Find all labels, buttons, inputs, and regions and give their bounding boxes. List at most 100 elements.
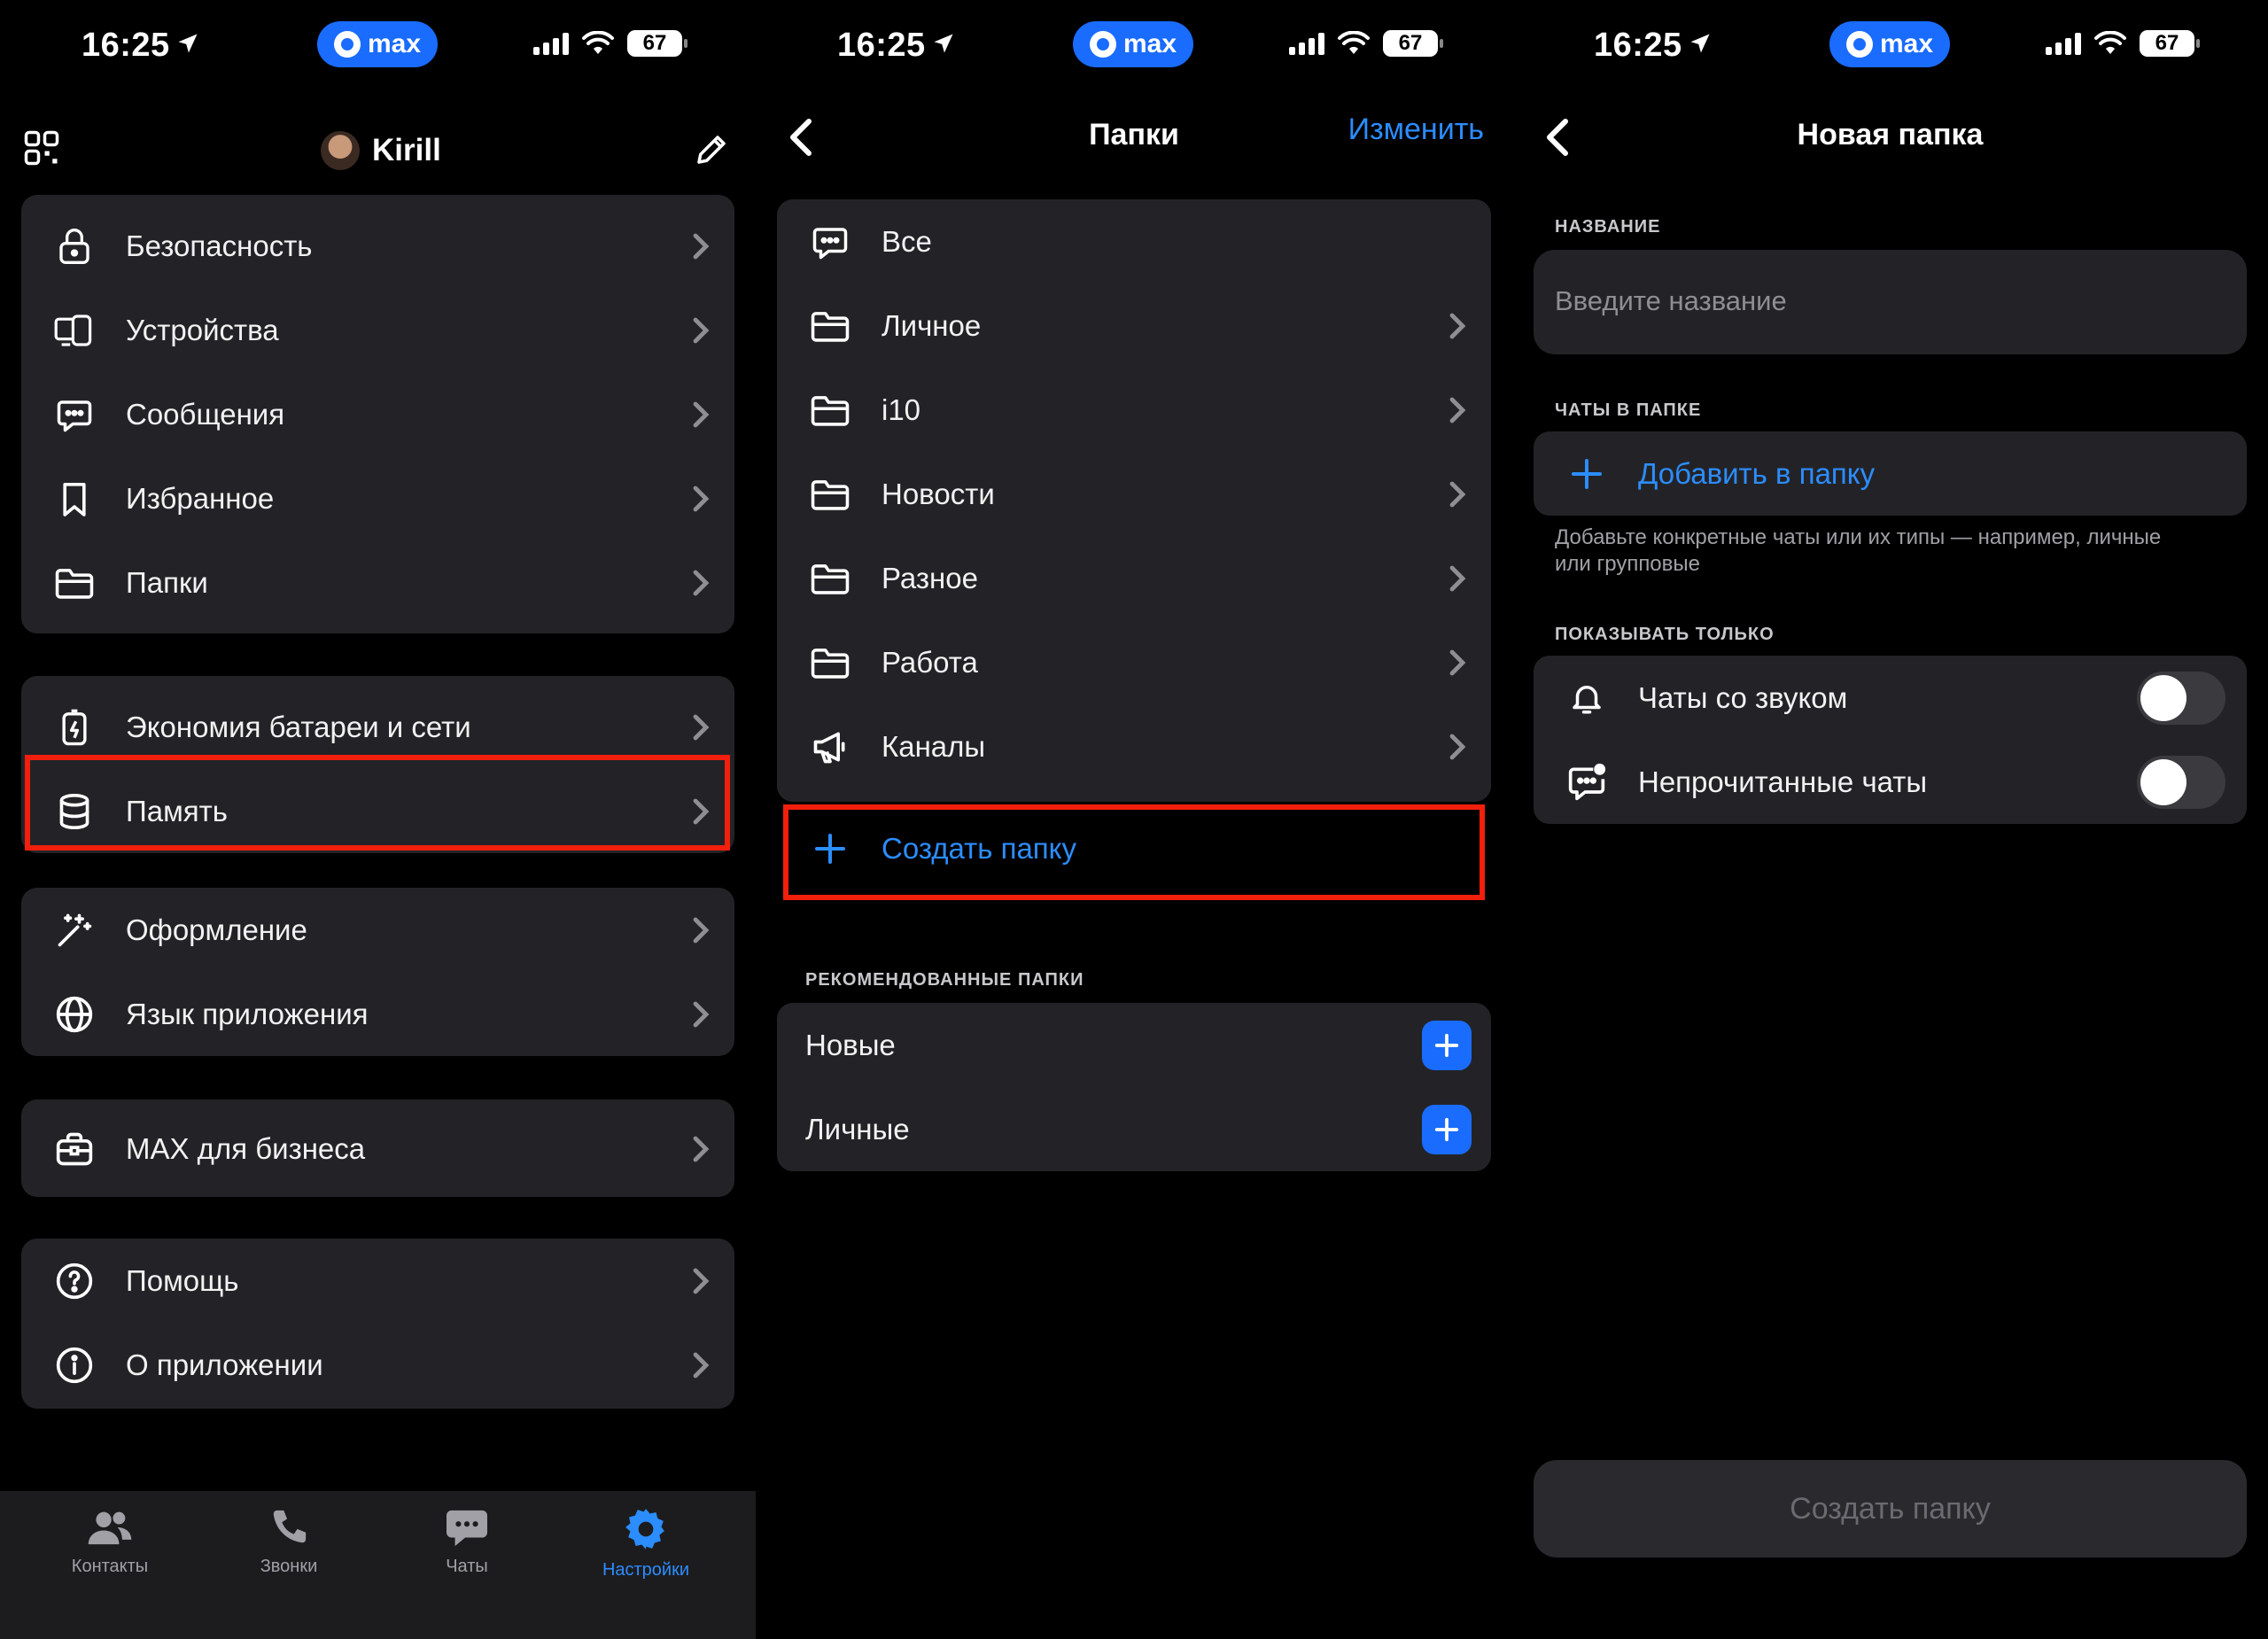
- folder-item-work[interactable]: Работа: [777, 620, 1491, 704]
- chevron-right-icon: [1445, 645, 1470, 680]
- new-folder-screen: 16:25 max 67 Новая папка НАЗВАНИЕ Введит…: [1512, 0, 2268, 1639]
- chevron-right-icon: [688, 565, 713, 601]
- battery-icon: 67: [2140, 30, 2200, 57]
- toggle-row-sound: Чаты со звуком: [1534, 656, 2247, 740]
- status-icons: 67: [533, 30, 687, 57]
- sound-chats-toggle[interactable]: [2137, 671, 2225, 725]
- max-badge: max: [317, 21, 438, 67]
- chevron-right-icon: [688, 1348, 713, 1383]
- settings-group-business: MAX для бизнеса: [21, 1099, 734, 1197]
- settings-item-help[interactable]: Помощь: [21, 1239, 734, 1323]
- megaphone-icon: [809, 726, 851, 768]
- max-badge: max: [1829, 21, 1950, 67]
- tab-settings[interactable]: Настройки: [584, 1507, 708, 1581]
- folder-item-i10[interactable]: i10: [777, 368, 1491, 452]
- edit-pencil-icon[interactable]: [693, 131, 730, 168]
- recommended-folder-list: Новые Личные: [777, 1003, 1491, 1171]
- folder-item-all[interactable]: Все: [777, 199, 1491, 284]
- qr-code-icon[interactable]: [23, 129, 60, 167]
- plus-icon: [1434, 1117, 1459, 1141]
- tab-bar: Контакты Звонки Чаты Настройки: [0, 1491, 756, 1639]
- settings-item-appearance[interactable]: Оформление: [21, 888, 734, 972]
- question-icon: [53, 1260, 96, 1302]
- folder-item-channels[interactable]: Каналы: [777, 704, 1491, 788]
- info-icon: [53, 1344, 96, 1387]
- chevron-right-icon: [1445, 561, 1470, 596]
- recommended-section-label: РЕКОМЕНДОВАННЫЕ ПАПКИ: [805, 970, 1084, 990]
- settings-item-devices[interactable]: Устройства: [21, 288, 734, 372]
- add-recommended-button[interactable]: [1422, 1104, 1472, 1154]
- folder-icon: [809, 389, 851, 431]
- status-time: 16:25: [837, 27, 956, 65]
- chevron-right-icon: [688, 997, 713, 1032]
- signal-icon: [2046, 32, 2081, 55]
- add-recommended-button[interactable]: [1422, 1020, 1472, 1070]
- chats-icon: [447, 1510, 487, 1547]
- status-bar: 16:25 max 67: [0, 0, 756, 97]
- folder-name-input[interactable]: Введите название: [1534, 250, 2247, 354]
- folder-item-misc[interactable]: Разное: [777, 536, 1491, 620]
- chats-section-label: ЧАТЫ В ПАПКЕ: [1555, 400, 1702, 420]
- profile-header[interactable]: Kirill: [321, 131, 441, 170]
- recommended-item-new: Новые: [777, 1003, 1491, 1087]
- settings-group-appearance: Оформление Язык приложения: [21, 888, 734, 1056]
- settings-item-folders[interactable]: Папки: [21, 540, 734, 625]
- tab-contacts[interactable]: Контакты: [48, 1507, 172, 1577]
- phone-icon: [273, 1510, 307, 1543]
- unread-chats-toggle[interactable]: [2137, 755, 2225, 809]
- folder-icon: [809, 305, 851, 347]
- tab-calls[interactable]: Звонки: [227, 1507, 351, 1577]
- folder-icon: [809, 557, 851, 600]
- chevron-right-icon: [688, 229, 713, 264]
- chevron-right-icon: [688, 313, 713, 348]
- globe-icon: [53, 993, 96, 1036]
- settings-item-favorites[interactable]: Избранное: [21, 456, 734, 540]
- recommended-item-personal: Личные: [777, 1087, 1491, 1171]
- max-logo-icon: [333, 31, 361, 58]
- settings-item-security[interactable]: Безопасность: [21, 204, 734, 288]
- name-section-label: НАЗВАНИЕ: [1555, 217, 1661, 237]
- folders-screen: 16:25 max 67 Папки Изменить Все Личное i…: [756, 0, 1512, 1639]
- settings-item-business[interactable]: MAX для бизнеса: [21, 1107, 734, 1191]
- chevron-right-icon: [1445, 729, 1470, 765]
- wifi-icon: [1338, 31, 1370, 54]
- highlight-frame-storage: [25, 755, 730, 851]
- message-bubble-icon: [809, 221, 851, 263]
- chats-hint-text: Добавьте конкретные чаты или их типы — н…: [1555, 525, 2162, 576]
- lock-icon: [53, 225, 96, 268]
- settings-screen: 16:25 max 67 Kirill Безопасность Устройс…: [0, 0, 756, 1639]
- chevron-right-icon: [1445, 392, 1470, 428]
- create-folder-submit-button[interactable]: Создать папку: [1534, 1460, 2247, 1557]
- tab-chats[interactable]: Чаты: [405, 1507, 529, 1577]
- plus-icon: [1565, 453, 1608, 495]
- signal-icon: [1289, 32, 1324, 55]
- status-time: 16:25: [82, 27, 200, 65]
- bell-icon: [1565, 677, 1608, 719]
- location-arrow-icon: [175, 31, 200, 56]
- edit-button[interactable]: Изменить: [1348, 113, 1484, 147]
- page-title: Новая папка: [1797, 118, 1984, 151]
- folder-icon: [53, 562, 96, 604]
- location-arrow-icon: [1688, 31, 1713, 56]
- add-to-folder-card: Добавить в папку: [1534, 431, 2247, 516]
- settings-item-about[interactable]: О приложении: [21, 1323, 734, 1407]
- wifi-icon: [582, 31, 614, 54]
- settings-item-messages[interactable]: Сообщения: [21, 372, 734, 456]
- contacts-icon: [88, 1511, 132, 1545]
- devices-icon: [53, 309, 96, 352]
- add-to-folder-button[interactable]: Добавить в папку: [1534, 431, 2247, 516]
- settings-item-language[interactable]: Язык приложения: [21, 972, 734, 1056]
- profile-name: Kirill: [372, 133, 441, 167]
- folder-icon: [809, 641, 851, 684]
- settings-group-help: Помощь О приложении: [21, 1239, 734, 1409]
- briefcase-icon: [53, 1128, 96, 1170]
- status-icons: 67: [1289, 30, 1443, 57]
- status-icons: 67: [2046, 30, 2200, 57]
- status-bar: 16:25 max 67: [756, 0, 1512, 97]
- folder-item-news[interactable]: Новости: [777, 452, 1491, 536]
- highlight-frame-create-folder: [783, 804, 1485, 900]
- folder-item-personal[interactable]: Личное: [777, 284, 1491, 368]
- wifi-icon: [2094, 31, 2126, 54]
- message-bubble-icon: [53, 393, 96, 436]
- status-time: 16:25: [1594, 27, 1713, 65]
